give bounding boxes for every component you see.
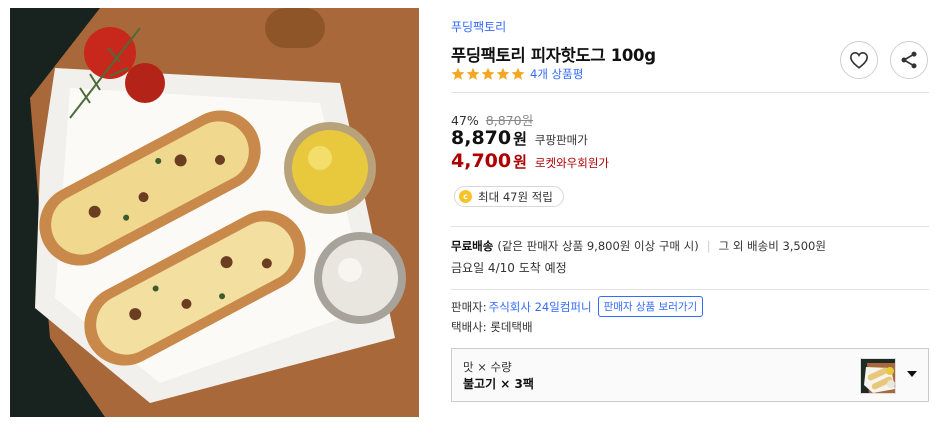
star-icon <box>466 67 480 80</box>
heart-icon <box>849 51 869 69</box>
rocket-price: 4,700 <box>451 150 512 172</box>
share-button[interactable] <box>890 41 928 79</box>
brand-link[interactable]: 푸딩팩토리 <box>451 18 506 35</box>
coupang-price: 8,870 <box>451 127 512 149</box>
rating-row[interactable]: 4개 상품평 <box>451 66 583 82</box>
star-icon <box>496 67 510 80</box>
rocket-price-row: 4,700 원 로켓와우회원가 <box>451 150 609 172</box>
arrival-date: 금요일 4/10 도착 예정 <box>451 261 567 275</box>
separator: | <box>706 239 711 253</box>
courier-info: 택배사: 롯데택배 <box>451 320 533 334</box>
review-count-link[interactable]: 4개 상품평 <box>530 66 583 82</box>
product-image <box>10 8 419 417</box>
product-info-panel: 푸딩팩토리 푸딩팩토리 피자핫도그 100g 4개 상품평 47% 8,870원… <box>451 0 929 425</box>
cash-reward-badge[interactable]: c 최대 47원 적립 <box>454 186 564 207</box>
shipping-condition: (같은 판매자 상품 9,800원 이상 구매 시) <box>497 239 699 253</box>
shipping-info: 무료배송 (같은 판매자 상품 9,800원 이상 구매 시) | 그 외 배송… <box>451 238 826 254</box>
option-label: 맛 × 수량 <box>463 360 512 374</box>
product-title: 푸딩팩토리 피자핫도그 100g <box>451 46 656 65</box>
option-value: 불고기 × 3팩 <box>463 377 534 391</box>
star-icon <box>481 67 495 80</box>
caret-down-icon[interactable] <box>907 371 917 377</box>
option-select[interactable]: 맛 × 수량 불고기 × 3팩 <box>451 348 929 402</box>
divider <box>451 226 929 227</box>
star-icon <box>451 67 465 80</box>
discount-rate: 47% <box>451 113 479 128</box>
divider <box>451 289 929 290</box>
share-icon <box>901 51 917 69</box>
coupang-price-unit: 원 <box>513 130 527 148</box>
divider <box>451 92 929 93</box>
coin-icon: c <box>459 190 472 203</box>
original-price: 8,870원 <box>485 113 534 128</box>
rocket-price-unit: 원 <box>513 153 527 171</box>
seller-name-link[interactable]: 주식회사 24일컴퍼니 <box>489 299 592 315</box>
star-rating <box>451 67 526 81</box>
star-icon <box>511 67 525 80</box>
other-shipping-fee: 그 외 배송비 3,500원 <box>718 239 826 253</box>
wishlist-button[interactable] <box>840 41 878 79</box>
seller-row: 판매자: 주식회사 24일컴퍼니 판매자 상품 보러가기 <box>451 296 704 317</box>
coupang-price-label: 쿠팡판매가 <box>534 133 588 147</box>
option-thumbnail <box>860 358 896 394</box>
free-shipping-label: 무료배송 <box>451 239 494 253</box>
cash-reward-text: 최대 47원 적립 <box>478 189 553 204</box>
rocket-price-label: 로켓와우회원가 <box>534 156 609 170</box>
coupang-price-row: 8,870 원 쿠팡판매가 <box>451 127 588 149</box>
seller-label: 판매자: <box>451 299 487 314</box>
view-seller-products-button[interactable]: 판매자 상품 보러가기 <box>597 296 704 317</box>
